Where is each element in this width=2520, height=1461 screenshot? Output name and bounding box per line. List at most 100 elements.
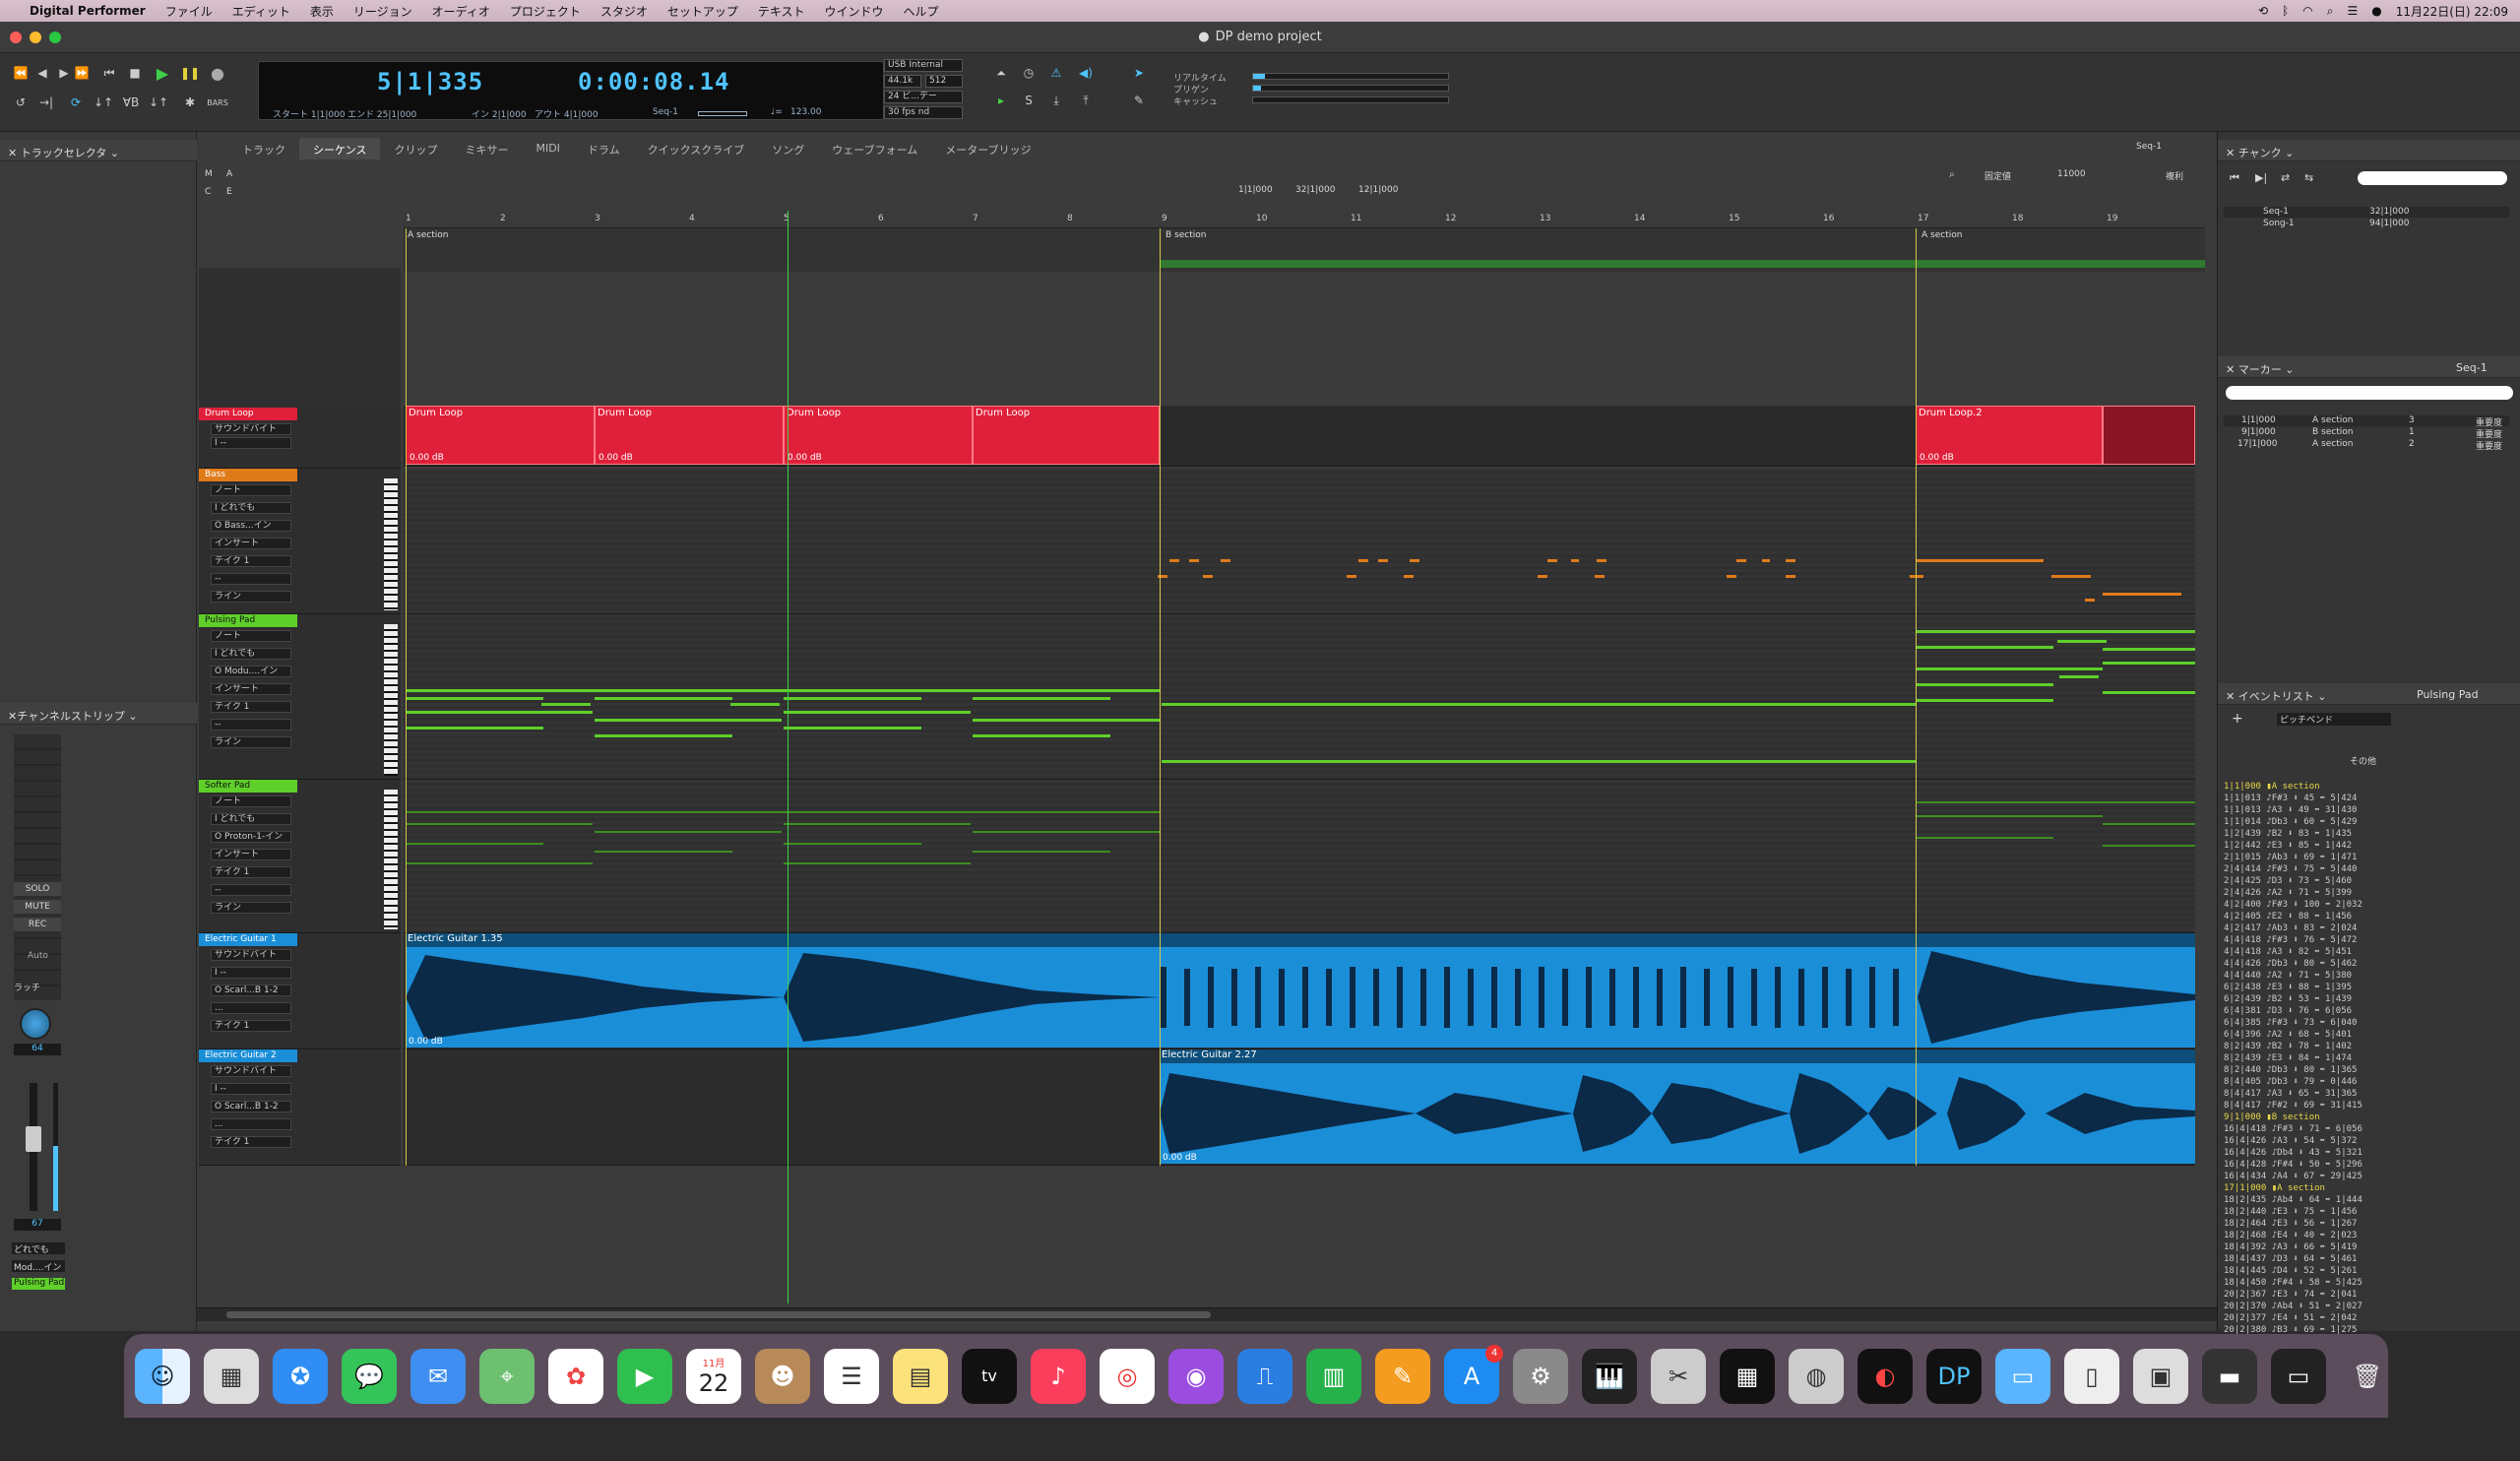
- pad-note[interactable]: [2103, 662, 2195, 665]
- bass-note[interactable]: [1203, 575, 1213, 578]
- pad-note[interactable]: [1916, 646, 2053, 649]
- finder-icon[interactable]: ☺: [135, 1348, 190, 1404]
- bit-depth-select[interactable]: 24 ビ...デー: [884, 91, 963, 103]
- bass-note[interactable]: [1221, 559, 1230, 562]
- event-row[interactable]: 4|4|440 ♪A2 ⬇ 71 ⬌ 5|380: [2224, 971, 2352, 982]
- tab-clips[interactable]: クリップ: [380, 138, 451, 159]
- track-row[interactable]: ...: [211, 1118, 291, 1130]
- dp-red-icon[interactable]: ◐: [1858, 1348, 1913, 1404]
- m-button[interactable]: M: [205, 169, 213, 179]
- piano-app-icon[interactable]: 🎹: [1582, 1348, 1637, 1404]
- track-name[interactable]: Drum Loop: [199, 408, 297, 420]
- step-icon[interactable]: →|: [37, 95, 55, 110]
- shuffle-icon[interactable]: ⇄: [2281, 171, 2290, 184]
- tools-icon[interactable]: ✂: [1651, 1348, 1706, 1404]
- track-name[interactable]: Electric Guitar 1: [199, 933, 297, 946]
- loop-bar[interactable]: [1160, 260, 2205, 268]
- audio-device-select[interactable]: USB Internal: [884, 59, 963, 72]
- track-name[interactable]: Softer Pad: [199, 780, 297, 793]
- bass-note[interactable]: [1404, 575, 1414, 578]
- bass-note[interactable]: [1347, 575, 1356, 578]
- track-row[interactable]: O Scarl...B 1-2: [211, 1101, 291, 1112]
- bass-note[interactable]: [1916, 559, 2044, 562]
- soft-pad-note[interactable]: [784, 843, 921, 845]
- tab-waveform[interactable]: ウェーブフォーム: [818, 138, 931, 159]
- pad-note[interactable]: [406, 711, 593, 714]
- track-row[interactable]: ノート: [211, 795, 291, 807]
- dp-icon[interactable]: DP: [1926, 1348, 1982, 1404]
- track-drum-loop[interactable]: Drum Loop サウンドバイト I --: [199, 408, 401, 469]
- wait-icon[interactable]: ▸: [992, 93, 1010, 108]
- soft-pad-note[interactable]: [595, 851, 732, 853]
- drum-clip-muted[interactable]: [2103, 406, 2195, 465]
- event-row[interactable]: 4|4|418 ♪F#3 ⬇ 76 ⬌ 5|472: [2224, 935, 2357, 946]
- markers-header[interactable]: ✕ マーカー ⌄ Seq-1: [2218, 356, 2520, 378]
- bass-note[interactable]: [2051, 575, 2091, 578]
- bass-note[interactable]: [1571, 559, 1579, 562]
- marker-a-section-2[interactable]: A section: [1922, 230, 1962, 240]
- output-select[interactable]: Mod....イン: [12, 1260, 65, 1272]
- event-row[interactable]: 1|1|013 ♪F#3 ⬇ 45 ⬌ 5|424: [2224, 794, 2357, 804]
- tab-sequence[interactable]: シーケンス: [299, 138, 381, 159]
- app-menu[interactable]: Digital Performer: [20, 4, 156, 18]
- bass-note[interactable]: [1762, 559, 1770, 562]
- podcasts-icon[interactable]: ◉: [1168, 1348, 1224, 1404]
- markers-search[interactable]: [2226, 386, 2513, 400]
- sample-rate-select[interactable]: 44.1k: [884, 75, 921, 88]
- mail-icon[interactable]: ✉: [410, 1348, 466, 1404]
- event-filter-select[interactable]: ピッチベンド: [2277, 713, 2391, 726]
- piano-keys[interactable]: [384, 624, 398, 776]
- toolbar-end[interactable]: 32|1|000: [1295, 185, 1335, 195]
- drum-clip[interactable]: Drum Loop: [973, 406, 1160, 465]
- pad-note[interactable]: [973, 719, 1160, 722]
- event-row[interactable]: 8|2|440 ♪Db3 ⬇ 80 ⬌ 1|365: [2224, 1065, 2357, 1076]
- snap-mode-select[interactable]: 固定値: [1984, 169, 2011, 182]
- track-row[interactable]: --: [211, 719, 291, 730]
- chunks-header[interactable]: ✕ チャンク ⌄: [2218, 140, 2520, 161]
- sparkle-icon[interactable]: ✱: [181, 95, 199, 110]
- pad-note[interactable]: [406, 697, 543, 700]
- event-row[interactable]: 2|4|414 ♪F#3 ⬇ 75 ⬌ 5|440: [2224, 864, 2357, 875]
- chrome-icon[interactable]: ◎: [1100, 1348, 1155, 1404]
- soft-pad-note[interactable]: [595, 831, 782, 833]
- track-row[interactable]: テイク 1: [211, 1020, 291, 1032]
- track-electric-guitar-2[interactable]: Electric Guitar 2 サウンドバイト I -- O Scarl..…: [199, 1049, 401, 1166]
- bass-note[interactable]: [1538, 575, 1547, 578]
- track-row[interactable]: ライン: [211, 591, 291, 603]
- event-list-header[interactable]: ✕ イベントリスト ⌄ Pulsing Pad: [2218, 683, 2520, 705]
- solo-button[interactable]: SOLO: [14, 882, 61, 896]
- pad-note[interactable]: [784, 711, 971, 714]
- event-row[interactable]: 18|2|464 ♪E3 ⬇ 56 ⬌ 1|267: [2224, 1219, 2357, 1230]
- event-row[interactable]: 16|4|418 ♪F#3 ⬇ 71 ⬌ 6|056: [2224, 1124, 2362, 1135]
- tab-quickscribe[interactable]: クイックスクライブ: [634, 138, 759, 159]
- notes-icon[interactable]: ▤: [893, 1348, 948, 1404]
- track-row[interactable]: O Bass...イン: [211, 520, 291, 532]
- event-row[interactable]: 6|4|385 ♪F#3 ⬇ 73 ⬌ 6|040: [2224, 1018, 2357, 1029]
- record-button[interactable]: ●: [209, 64, 226, 83]
- stop-button[interactable]: ■: [126, 65, 144, 81]
- bluetooth-icon[interactable]: ᛒ: [2282, 4, 2289, 18]
- pad-note[interactable]: [2059, 675, 2099, 678]
- back-button[interactable]: ◀: [33, 65, 51, 81]
- menu-help[interactable]: ヘルプ: [894, 3, 949, 20]
- trash-icon[interactable]: 🗑: [2340, 1349, 2395, 1404]
- event-row[interactable]: 4|4|418 ♪A3 ⬇ 82 ⬌ 5|451: [2224, 947, 2352, 958]
- volume-fader-handle[interactable]: [26, 1126, 41, 1152]
- keyboard-app-icon[interactable]: ▦: [1720, 1348, 1775, 1404]
- track-row[interactable]: I どれでも: [211, 502, 291, 514]
- event-row[interactable]: 16|4|428 ♪F#4 ⬇ 50 ⬌ 5|296: [2224, 1160, 2362, 1171]
- down-icon[interactable]: ⤓: [1047, 93, 1065, 108]
- pad-note[interactable]: [2103, 691, 2195, 694]
- pad-note[interactable]: [973, 734, 1110, 737]
- chunks-search[interactable]: [2358, 171, 2507, 185]
- bass-note[interactable]: [1597, 559, 1606, 562]
- soft-pad-note[interactable]: [784, 823, 971, 825]
- close-window-button[interactable]: [10, 32, 22, 43]
- pad-note[interactable]: [2057, 640, 2107, 643]
- bass-note[interactable]: [1910, 575, 1923, 578]
- soft-pad-note[interactable]: [784, 862, 971, 864]
- close-icon[interactable]: ✕: [2226, 690, 2238, 703]
- messages-icon[interactable]: 💬: [342, 1348, 397, 1404]
- close-icon[interactable]: ✕: [2226, 147, 2238, 159]
- pad-note[interactable]: [595, 697, 732, 700]
